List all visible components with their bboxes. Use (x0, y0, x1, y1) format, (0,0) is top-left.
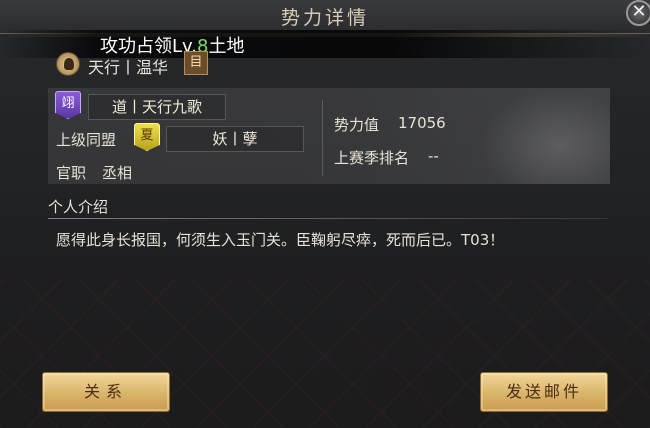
info-divider (322, 100, 323, 176)
alliance-name[interactable]: 妖丨孽 (166, 126, 304, 152)
info-box-art (480, 88, 610, 184)
alliance-label: 上级同盟 (56, 131, 117, 149)
window-title: 势力详情 (280, 7, 369, 29)
player-name: 天行丨温华 (88, 58, 169, 77)
rank-value: -- (428, 147, 439, 165)
title-bar: 势力详情 (0, 0, 650, 37)
intro-text: 愿得此身长报国，何须生入玉门关。臣鞠躬尽瘁，死而后已。T03！ (56, 231, 505, 249)
profile-doc-icon[interactable]: 目 (184, 51, 208, 75)
close-button[interactable]: ✕ (626, 0, 650, 26)
toast-suffix: 土地 (208, 36, 245, 57)
office-value: 丞相 (102, 164, 133, 182)
rank-label: 上赛季排名 (334, 149, 410, 167)
intro-divider (48, 218, 608, 219)
guild-name[interactable]: 道丨天行九歌 (88, 94, 226, 120)
power-label: 势力值 (334, 116, 380, 134)
intro-header: 个人介绍 (48, 198, 109, 216)
office-label: 官职 (56, 164, 87, 182)
power-value: 17056 (398, 114, 446, 132)
send-mail-button[interactable]: 发送邮件 (480, 372, 608, 412)
player-avatar[interactable] (56, 52, 80, 76)
relations-button[interactable]: 关系 (42, 372, 170, 412)
